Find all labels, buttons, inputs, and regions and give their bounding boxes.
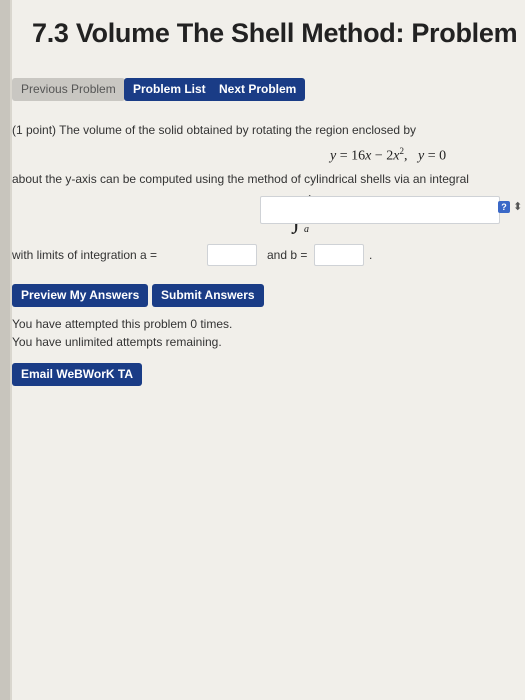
previous-problem-button[interactable]: Previous Problem	[12, 78, 125, 101]
integral-lower-limit: a	[304, 224, 309, 235]
page-edge	[0, 0, 10, 700]
preview-answers-button[interactable]: Preview My Answers	[12, 284, 149, 307]
method-text: about the y-axis can be computed using t…	[12, 172, 469, 186]
next-problem-button[interactable]: Next Problem	[210, 78, 306, 101]
limits-prefix: with limits of integration a =	[12, 248, 157, 262]
lower-limit-input[interactable]	[207, 244, 257, 266]
help-widget[interactable]: ? ⬍	[498, 200, 522, 213]
limits-a-label: with limits of integration a =	[12, 248, 158, 262]
page-title: 7.3 Volume The Shell Method: Problem 1	[32, 18, 525, 48]
region-equation: y = 16x − 2x2, y = 0	[330, 146, 447, 164]
integrand-input[interactable]	[260, 196, 500, 224]
help-icon[interactable]: ?	[498, 201, 510, 213]
submit-answers-button[interactable]: Submit Answers	[152, 284, 264, 307]
problem-page: 7.3 Volume The Shell Method: Problem 1 P…	[12, 0, 525, 700]
remaining-text: You have unlimited attempts remaining.	[12, 335, 222, 349]
upper-limit-input[interactable]	[314, 244, 364, 266]
problem-intro: The volume of the solid obtained by rota…	[59, 123, 417, 137]
limits-b-label: and b =	[267, 248, 308, 262]
problem-statement: (1 point) The volume of the solid obtain…	[12, 123, 416, 137]
stepper-icon[interactable]: ⬍	[513, 201, 522, 213]
points-label: (1 point)	[12, 123, 57, 137]
limits-suffix: .	[369, 248, 373, 262]
problem-list-button[interactable]: Problem List	[124, 78, 215, 101]
email-ta-button[interactable]: Email WeBWorK TA	[12, 363, 143, 386]
attempts-text: You have attempted this problem 0 times.	[12, 317, 233, 331]
